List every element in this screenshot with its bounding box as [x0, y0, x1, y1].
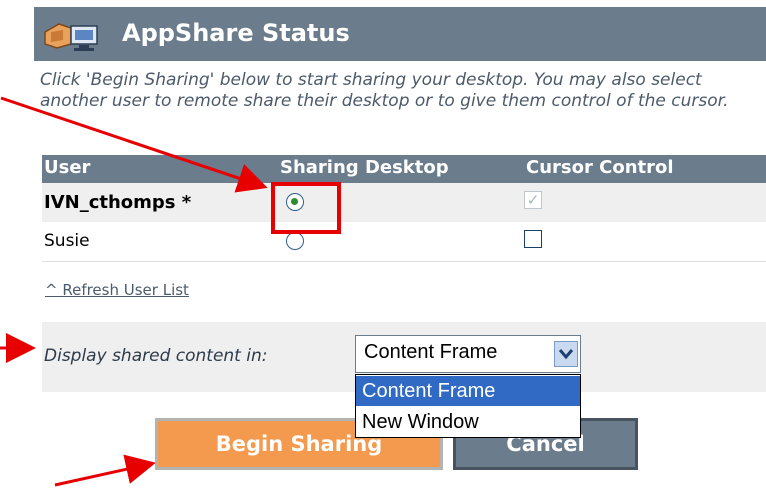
title-bar: AppShare Status: [34, 7, 766, 61]
sharing-desktop-radio[interactable]: [286, 232, 304, 250]
appshare-icon: [41, 18, 105, 54]
user-name: Susie: [44, 231, 90, 251]
cursor-control-checkbox[interactable]: [524, 230, 542, 248]
arrow-to-begin-button: [54, 454, 156, 487]
table-header: User Sharing Desktop Cursor Control: [42, 155, 766, 183]
user-name: IVN_cthomps *: [44, 192, 192, 213]
appshare-status-panel: AppShare Status Click 'Begin Sharing' be…: [0, 0, 766, 491]
refresh-user-list-link[interactable]: ^ Refresh User List: [45, 281, 189, 299]
dropdown-option-new-window[interactable]: New Window: [356, 407, 580, 437]
page-title: AppShare Status: [122, 19, 350, 47]
display-content-label: Display shared content in:: [44, 346, 268, 366]
column-header-sharing-desktop: Sharing Desktop: [280, 157, 449, 178]
select-value: Content Frame: [364, 341, 498, 363]
annotation-highlight-box: [271, 182, 341, 234]
cursor-control-checkbox[interactable]: ✓: [524, 191, 542, 209]
column-header-cursor-control: Cursor Control: [526, 157, 674, 178]
select-dropdown-list: Content Frame New Window: [355, 374, 581, 438]
column-header-user: User: [44, 157, 91, 178]
table-row: Susie: [42, 222, 766, 262]
table-row: IVN_cthomps * ✓: [42, 183, 766, 222]
chevron-down-icon[interactable]: [554, 341, 578, 367]
dropdown-option-content-frame[interactable]: Content Frame: [356, 376, 580, 406]
instructions-text: Click 'Begin Sharing' below to start sha…: [40, 70, 729, 111]
display-content-select[interactable]: Content Frame: [355, 335, 581, 373]
